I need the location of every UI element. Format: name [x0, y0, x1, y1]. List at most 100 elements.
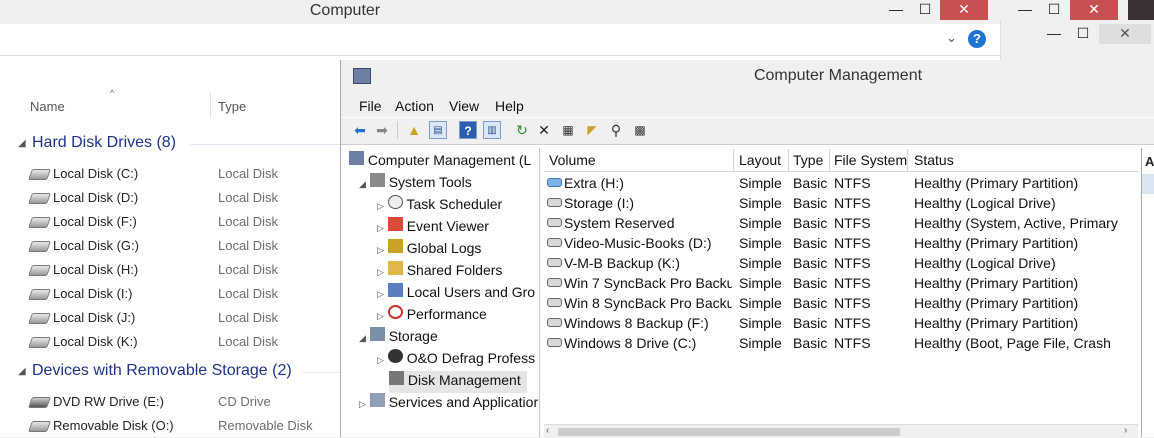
tree-item-system-tools[interactable]: ◢ System Tools — [359, 173, 472, 195]
column-header-layout[interactable]: Layout — [739, 152, 781, 168]
close-button[interactable]: ✕ — [1070, 0, 1118, 20]
hard-disk-icon — [27, 289, 52, 300]
volume-row[interactable]: V-M-B Backup (K:) Simple Basic NTFS Heal… — [544, 253, 1138, 273]
scroll-right-icon[interactable]: › — [1124, 425, 1127, 436]
tree-item-global-logs[interactable]: ▷ Global Logs — [377, 239, 481, 261]
drive-item[interactable]: Local Disk (H:) Local Disk — [27, 258, 350, 282]
open-folder-icon[interactable]: ◤ — [583, 121, 601, 139]
tree-item-oo-defrag[interactable]: ▷ O&O Defrag Profess — [377, 349, 535, 371]
group-header-hard-disks[interactable]: Hard Disk Drives (8) — [32, 134, 176, 152]
collapse-arrow-icon[interactable]: ◢ — [18, 138, 26, 149]
actions-header[interactable]: A — [1145, 154, 1154, 169]
menu-help[interactable]: Help — [495, 98, 524, 114]
collapsed-arrow-icon[interactable]: ▷ — [377, 245, 384, 255]
drive-item[interactable]: DVD RW Drive (E:) CD Drive — [27, 390, 350, 414]
column-header-file-system[interactable]: File System — [834, 152, 907, 168]
forward-arrow-icon[interactable]: ➡ — [373, 121, 391, 139]
collapsed-arrow-icon[interactable]: ▷ — [377, 201, 384, 211]
hard-disk-icon — [27, 265, 52, 276]
volume-row[interactable]: Extra (H:) Simple Basic NTFS Healthy (Pr… — [544, 173, 1138, 193]
tree-item-local-users[interactable]: ▷ Local Users and Gro — [377, 283, 535, 305]
column-header-volume[interactable]: Volume — [549, 152, 596, 168]
drive-item[interactable]: Local Disk (I:) Local Disk — [27, 282, 350, 306]
drive-item[interactable]: Local Disk (K:) Local Disk — [27, 330, 350, 354]
scroll-left-icon[interactable]: ‹ — [546, 425, 549, 436]
properties-icon[interactable]: ▦ — [559, 121, 577, 139]
maximize-button[interactable]: ☐ — [912, 0, 938, 20]
help-icon[interactable]: ? — [968, 30, 986, 48]
cm-title-bar: Computer Management — [341, 60, 1154, 93]
address-bar[interactable]: ⌄ ? — [0, 24, 1000, 56]
show-hide-console-tree-icon[interactable]: ▤ — [429, 121, 447, 139]
column-header-type[interactable]: Type — [793, 152, 823, 168]
volume-list-header: Volume Layout Type File System Status — [544, 149, 1138, 172]
settings-icon[interactable]: ▩ — [631, 121, 649, 139]
tree-item-computer-management[interactable]: Computer Management (L — [349, 151, 531, 173]
column-divider[interactable] — [829, 149, 830, 171]
drive-item[interactable]: Local Disk (F:) Local Disk — [27, 210, 350, 234]
tree-item-storage[interactable]: ◢ Storage — [359, 327, 438, 349]
up-folder-icon[interactable]: ▲ — [405, 121, 423, 139]
maximize-button[interactable]: ☐ — [1042, 0, 1066, 20]
volume-row[interactable]: Storage (I:) Simple Basic NTFS Healthy (… — [544, 193, 1138, 213]
group-header-removable[interactable]: Devices with Removable Storage (2) — [32, 362, 292, 380]
volume-row[interactable]: Windows 8 Backup (F:) Simple Basic NTFS … — [544, 313, 1138, 333]
tree-item-services-applications[interactable]: ▷ Services and Applicatior — [359, 393, 538, 415]
tree-item-task-scheduler[interactable]: ▷ Task Scheduler — [377, 195, 502, 217]
column-divider[interactable] — [907, 149, 908, 171]
drive-item[interactable]: Local Disk (G:) Local Disk — [27, 234, 350, 258]
column-header-name[interactable]: Name — [30, 99, 65, 114]
volume-type: Basic — [793, 275, 828, 291]
expanded-arrow-icon[interactable]: ◢ — [359, 333, 366, 343]
column-divider[interactable] — [733, 149, 734, 171]
tree-label: Computer Management (L — [367, 152, 532, 168]
minimize-button[interactable]: — — [1043, 24, 1065, 44]
tree-item-event-viewer[interactable]: ▷ Event Viewer — [377, 217, 489, 239]
refresh-icon[interactable]: ↻ — [513, 121, 531, 139]
volume-row[interactable]: Video-Music-Books (D:) Simple Basic NTFS… — [544, 233, 1138, 253]
column-header-type[interactable]: Type — [218, 99, 246, 114]
delete-icon[interactable]: ✕ — [535, 121, 553, 139]
back-arrow-icon[interactable]: ⬅ — [351, 121, 369, 139]
minimize-button[interactable]: — — [1014, 0, 1036, 20]
column-header-status[interactable]: Status — [914, 152, 954, 168]
maximize-button[interactable]: ☐ — [1071, 24, 1095, 44]
actions-item[interactable] — [1142, 174, 1154, 194]
tree-item-shared-folders[interactable]: ▷ Shared Folders — [377, 261, 502, 283]
column-divider[interactable] — [788, 149, 789, 171]
column-divider[interactable] — [210, 92, 211, 118]
close-button[interactable]: ✕ — [940, 0, 988, 20]
minimize-button[interactable]: — — [884, 0, 908, 20]
collapsed-arrow-icon[interactable]: ▷ — [377, 223, 384, 233]
menu-view[interactable]: View — [449, 98, 479, 114]
search-icon[interactable]: ⚲ — [607, 121, 625, 139]
volume-row[interactable]: System Reserved Simple Basic NTFS Health… — [544, 213, 1138, 233]
drive-name: Local Disk (C:) — [53, 166, 139, 181]
volume-row[interactable]: Win 8 SyncBack Pro Backup (G:) Simple Ba… — [544, 293, 1138, 313]
help-icon[interactable]: ? — [459, 121, 477, 139]
show-hide-action-pane-icon[interactable]: ▥ — [483, 121, 501, 139]
drive-item[interactable]: Removable Disk (O:) Removable Disk — [27, 414, 350, 438]
tree-item-disk-management[interactable]: Disk Management — [389, 371, 527, 393]
volume-status: Healthy (Boot, Page File, Crash — [914, 335, 1111, 351]
scrollbar-thumb[interactable] — [558, 428, 900, 436]
collapsed-arrow-icon[interactable]: ▷ — [359, 399, 366, 409]
tree-item-performance[interactable]: ▷ Performance — [377, 305, 487, 327]
drive-item[interactable]: Local Disk (D:) Local Disk — [27, 186, 350, 210]
drive-item[interactable]: Local Disk (J:) Local Disk — [27, 306, 350, 330]
drive-item[interactable]: Local Disk (C:) Local Disk — [27, 162, 350, 186]
collapsed-arrow-icon[interactable]: ▷ — [377, 311, 384, 321]
close-button[interactable]: ✕ — [1099, 24, 1151, 44]
menu-action[interactable]: Action — [395, 98, 434, 114]
collapse-arrow-icon[interactable]: ◢ — [18, 366, 26, 377]
collapsed-arrow-icon[interactable]: ▷ — [377, 289, 384, 299]
volume-row[interactable]: Win 7 SyncBack Pro Backup (J:) Simple Ba… — [544, 273, 1138, 293]
expanded-arrow-icon[interactable]: ◢ — [359, 179, 366, 189]
chevron-down-icon[interactable]: ⌄ — [946, 30, 957, 46]
volume-row[interactable]: Windows 8 Drive (C:) Simple Basic NTFS H… — [544, 333, 1138, 353]
drive-type: Local Disk — [218, 190, 278, 205]
collapsed-arrow-icon[interactable]: ▷ — [377, 267, 384, 277]
collapsed-arrow-icon[interactable]: ▷ — [377, 355, 384, 365]
horizontal-scrollbar[interactable]: ‹ › — [544, 424, 1138, 438]
menu-file[interactable]: File — [359, 98, 382, 114]
